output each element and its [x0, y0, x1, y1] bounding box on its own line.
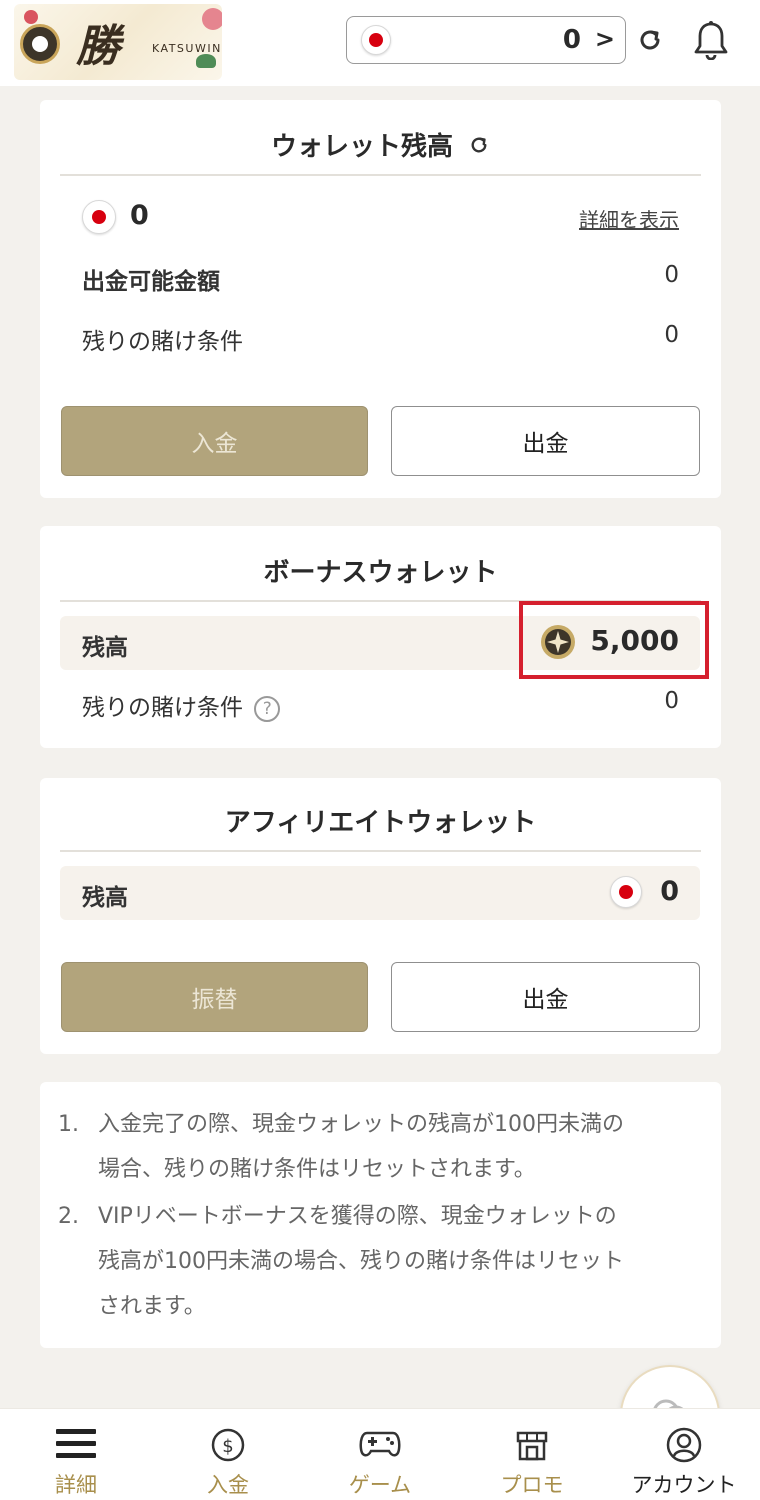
- withdrawable-value: 0: [664, 262, 679, 288]
- yen-currency-icon: [361, 25, 391, 55]
- wallet-balance-card: ウォレット残高 0 詳細を表示 出金可能金額 0 残りの賭け条件 0 入金 出金: [40, 100, 721, 498]
- bell-icon[interactable]: [692, 20, 730, 61]
- affiliate-wallet-card: アフィリエイトウォレット 残高 0 振替 出金: [40, 778, 721, 1054]
- top-header: 勝 KATSUWIN 0 >: [0, 0, 760, 86]
- bonus-wager-text: 残りの賭け条件: [82, 695, 243, 721]
- katsuwin-logo[interactable]: 勝 KATSUWIN: [14, 4, 222, 80]
- divider: [60, 850, 701, 852]
- withdrawable-label: 出金可能金額: [82, 269, 220, 295]
- nav-promo-label: プロモ: [500, 1473, 564, 1497]
- dollar-coin-icon: $: [211, 1428, 245, 1462]
- nav-games[interactable]: ゲーム: [304, 1409, 456, 1500]
- gamepad-icon: [359, 1431, 401, 1457]
- logo-crest-icon: [20, 24, 60, 64]
- refresh-icon[interactable]: [636, 26, 664, 54]
- user-avatar-icon: [666, 1427, 702, 1463]
- note-line: 入金完了の際、現金ウォレットの残高が100円未満の: [98, 1112, 624, 1137]
- note-line: されます。: [98, 1294, 206, 1319]
- nav-deposit[interactable]: $ 入金: [152, 1409, 304, 1500]
- bonus-title: ボーナスウォレット: [263, 558, 498, 588]
- affiliate-withdraw-button[interactable]: 出金: [391, 962, 700, 1032]
- chevron-right-icon: >: [594, 25, 615, 53]
- bonus-wager-value: 0: [664, 688, 679, 714]
- transfer-button[interactable]: 振替: [61, 962, 368, 1032]
- affiliate-title: アフィリエイトウォレット: [224, 808, 537, 838]
- withdraw-button[interactable]: 出金: [391, 406, 700, 476]
- bottom-navigation: 詳細 $ 入金 ゲーム プロモ アカウント: [0, 1408, 760, 1500]
- notes-card: 1. 入金完了の際、現金ウォレットの残高が100円未満の 場合、残りの賭け条件は…: [40, 1082, 721, 1348]
- affiliate-balance-row: [60, 866, 700, 920]
- help-icon[interactable]: ?: [254, 695, 281, 722]
- note-line: VIPリベートボーナスを獲得の際、現金ウォレットの: [98, 1204, 617, 1229]
- logo-kanji: 勝: [76, 21, 120, 72]
- note-number: 1.: [58, 1112, 79, 1137]
- divider: [60, 174, 701, 176]
- wallet-title-row: ウォレット残高: [40, 126, 721, 163]
- nav-account[interactable]: アカウント: [608, 1409, 760, 1500]
- nav-deposit-label: 入金: [207, 1473, 249, 1497]
- yen-currency-icon: [82, 200, 116, 238]
- note-number: 2.: [58, 1204, 79, 1229]
- wager-value: 0: [664, 322, 679, 348]
- svg-text:$: $: [222, 1436, 233, 1457]
- highlight-annotation: [519, 601, 709, 679]
- header-balance-value: 0: [562, 25, 581, 55]
- bonus-wager-label: 残りの賭け条件 ?: [82, 688, 281, 722]
- nav-details[interactable]: 詳細: [0, 1409, 152, 1500]
- wallet-title: ウォレット残高: [270, 132, 453, 162]
- logo-flower-decoration: [24, 10, 38, 24]
- affiliate-balance-value: 0: [660, 876, 679, 907]
- affiliate-balance-label: 残高: [82, 885, 128, 911]
- note-line: 残高が100円未満の場合、残りの賭け条件はリセット: [98, 1249, 624, 1274]
- logo-text: KATSUWIN: [152, 42, 222, 55]
- note-line: 場合、残りの賭け条件はリセットされます。: [98, 1157, 536, 1182]
- yen-currency-icon: [610, 876, 642, 912]
- logo-pine-decoration: [196, 54, 216, 68]
- details-link[interactable]: 詳細を表示: [579, 204, 679, 233]
- refresh-icon[interactable]: [468, 133, 490, 163]
- logo-flower-decoration: [202, 8, 222, 30]
- menu-icon: [56, 1429, 96, 1458]
- nav-account-label: アカウント: [631, 1473, 737, 1497]
- bonus-balance-label: 残高: [82, 635, 128, 661]
- store-icon: [516, 1431, 548, 1461]
- wager-label: 残りの賭け条件: [82, 329, 243, 355]
- nav-games-label: ゲーム: [348, 1473, 412, 1497]
- nav-promo[interactable]: プロモ: [456, 1409, 608, 1500]
- deposit-button[interactable]: 入金: [61, 406, 368, 476]
- wallet-balance-value: 0: [130, 200, 149, 231]
- nav-details-label: 詳細: [55, 1473, 97, 1497]
- header-balance-button[interactable]: 0 >: [346, 16, 626, 64]
